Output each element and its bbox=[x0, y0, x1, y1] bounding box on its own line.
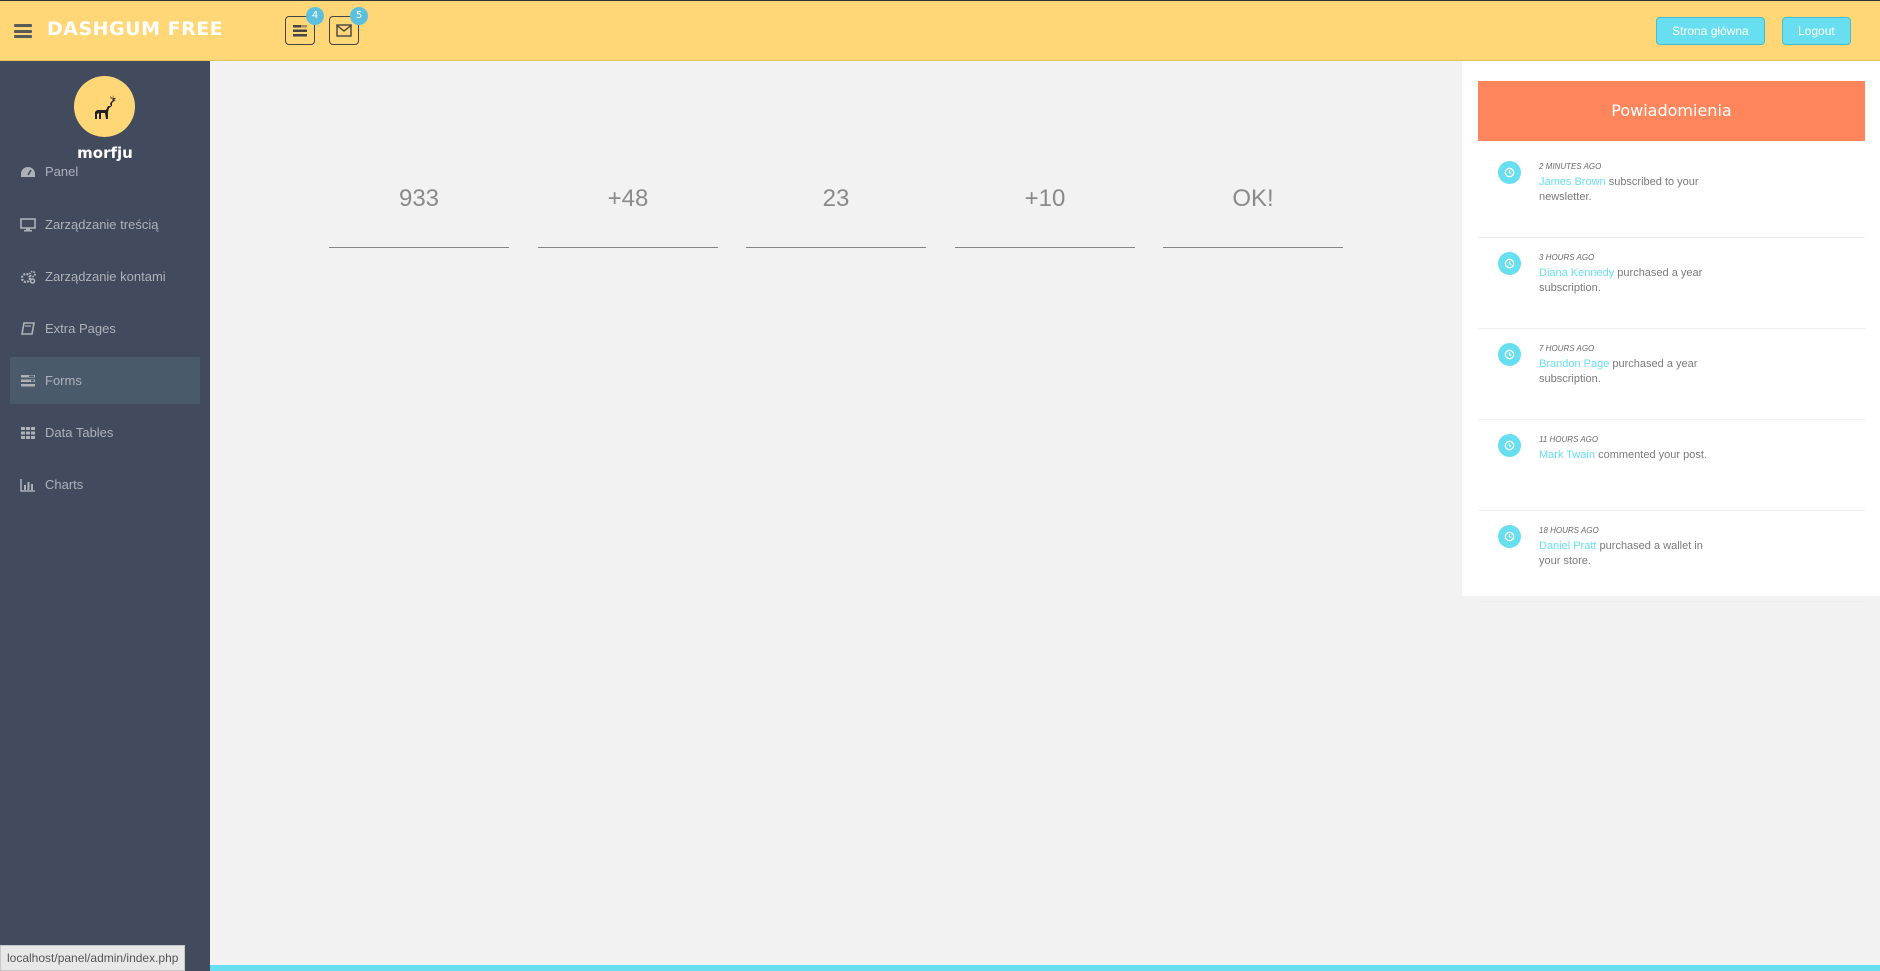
notification-user-link[interactable]: James Brown bbox=[1539, 176, 1606, 188]
logout-button[interactable]: Logout bbox=[1782, 17, 1851, 45]
sidebar: morfju Panel Zarządzanie treścią Zarządz… bbox=[0, 61, 210, 971]
sidebar-item-label: Extra Pages bbox=[45, 321, 116, 336]
notification-text: Brandon Page purchased a year subscripti… bbox=[1539, 357, 1719, 387]
cogs-icon bbox=[20, 270, 36, 284]
notification-item: 11 Hours Ago Mark Twain commented your p… bbox=[1478, 420, 1865, 511]
stat-value: OK! bbox=[1232, 185, 1274, 212]
notification-time: 7 Hours Ago bbox=[1539, 344, 1595, 353]
notification-item: 18 Hours Ago Daniel Pratt purchased a wa… bbox=[1478, 511, 1865, 602]
dashboard-icon bbox=[20, 165, 36, 179]
clock-icon bbox=[1498, 343, 1521, 366]
stat-value: +10 bbox=[1024, 185, 1066, 212]
logo[interactable]: DASHGUM FREE bbox=[47, 18, 223, 40]
avatar[interactable] bbox=[74, 76, 135, 137]
notification-text: Diana Kennedy purchased a year subscript… bbox=[1539, 266, 1719, 296]
notification-time: 2 Minutes Ago bbox=[1539, 162, 1602, 171]
stat-box: OK! bbox=[1163, 185, 1343, 248]
sidebar-item-charts[interactable]: Charts bbox=[10, 461, 200, 508]
status-url: localhost/panel/admin/index.php bbox=[0, 945, 186, 971]
notification-message: commented your post. bbox=[1595, 449, 1707, 461]
clock-icon bbox=[1498, 434, 1521, 457]
bottom-accent-bar bbox=[210, 965, 1880, 971]
clock-icon bbox=[1498, 525, 1521, 548]
sidebar-item-label: Forms bbox=[45, 373, 82, 388]
envelope-icon bbox=[336, 24, 352, 37]
sidebar-item-label: Zarządzanie kontami bbox=[45, 269, 166, 284]
messages-dropdown-button[interactable]: 5 bbox=[329, 7, 368, 45]
deer-icon bbox=[94, 94, 116, 119]
th-icon bbox=[20, 426, 36, 440]
notification-user-link[interactable]: Brandon Page bbox=[1539, 358, 1609, 370]
sidebar-item-forms[interactable]: Forms bbox=[10, 357, 200, 404]
stat-value: 23 bbox=[822, 185, 850, 212]
tasks-icon bbox=[20, 374, 36, 388]
sidebar-item-label: Zarządzanie treścią bbox=[45, 217, 159, 232]
tasks-badge: 4 bbox=[306, 7, 324, 25]
sidebar-item-data-tables[interactable]: Data Tables bbox=[10, 409, 200, 456]
tasks-dropdown-button[interactable]: 4 bbox=[285, 7, 324, 45]
sidebar-item-label: Data Tables bbox=[45, 425, 114, 440]
book-icon bbox=[20, 321, 36, 336]
menu-toggle-icon[interactable] bbox=[14, 24, 32, 38]
notification-time: 18 Hours Ago bbox=[1539, 526, 1599, 535]
top-header: DASHGUM FREE 4 5 Strona główna Logout bbox=[0, 0, 1880, 61]
sidebar-item-extra-pages[interactable]: Extra Pages bbox=[10, 305, 200, 352]
sidebar-item-panel[interactable]: Panel bbox=[10, 148, 200, 195]
notification-item: 2 Minutes Ago James Brown subscribed to … bbox=[1478, 147, 1865, 238]
sidebar-item-label: Charts bbox=[45, 477, 84, 492]
sidebar-item-content[interactable]: Zarządzanie treścią bbox=[10, 201, 200, 248]
notification-item: 3 Hours Ago Diana Kennedy purchased a ye… bbox=[1478, 238, 1865, 329]
notification-time: 11 Hours Ago bbox=[1539, 435, 1599, 444]
notification-item: 7 Hours Ago Brandon Page purchased a yea… bbox=[1478, 329, 1865, 420]
bar-chart-icon bbox=[20, 478, 36, 492]
stat-value: 933 bbox=[398, 185, 440, 212]
stat-box: 23 bbox=[746, 185, 926, 248]
sidebar-item-label: Panel bbox=[45, 164, 79, 179]
notification-user-link[interactable]: Diana Kennedy bbox=[1539, 267, 1614, 279]
clock-icon bbox=[1498, 161, 1521, 184]
stat-value: +48 bbox=[607, 185, 649, 212]
desktop-icon bbox=[20, 217, 36, 232]
notification-text: Daniel Pratt purchased a wallet in your … bbox=[1539, 539, 1719, 569]
stat-box: +48 bbox=[538, 185, 718, 248]
notification-text: James Brown subscribed to your newslette… bbox=[1539, 175, 1719, 205]
stat-box: +10 bbox=[955, 185, 1135, 248]
stat-box: 933 bbox=[329, 185, 509, 248]
clock-icon bbox=[1498, 252, 1521, 275]
notifications-title: Powiadomienia bbox=[1478, 81, 1865, 141]
messages-badge: 5 bbox=[350, 7, 368, 25]
notifications-panel: Powiadomienia 2 Minutes Ago James Brown … bbox=[1462, 61, 1880, 602]
notification-time: 3 Hours Ago bbox=[1539, 253, 1595, 262]
sidebar-item-accounts[interactable]: Zarządzanie kontami bbox=[10, 253, 200, 300]
notification-user-link[interactable]: Daniel Pratt bbox=[1539, 540, 1596, 552]
tasks-icon bbox=[293, 24, 307, 36]
notification-user-link[interactable]: Mark Twain bbox=[1539, 449, 1595, 461]
home-button[interactable]: Strona główna bbox=[1656, 17, 1765, 45]
notification-text: Mark Twain commented your post. bbox=[1539, 448, 1719, 463]
